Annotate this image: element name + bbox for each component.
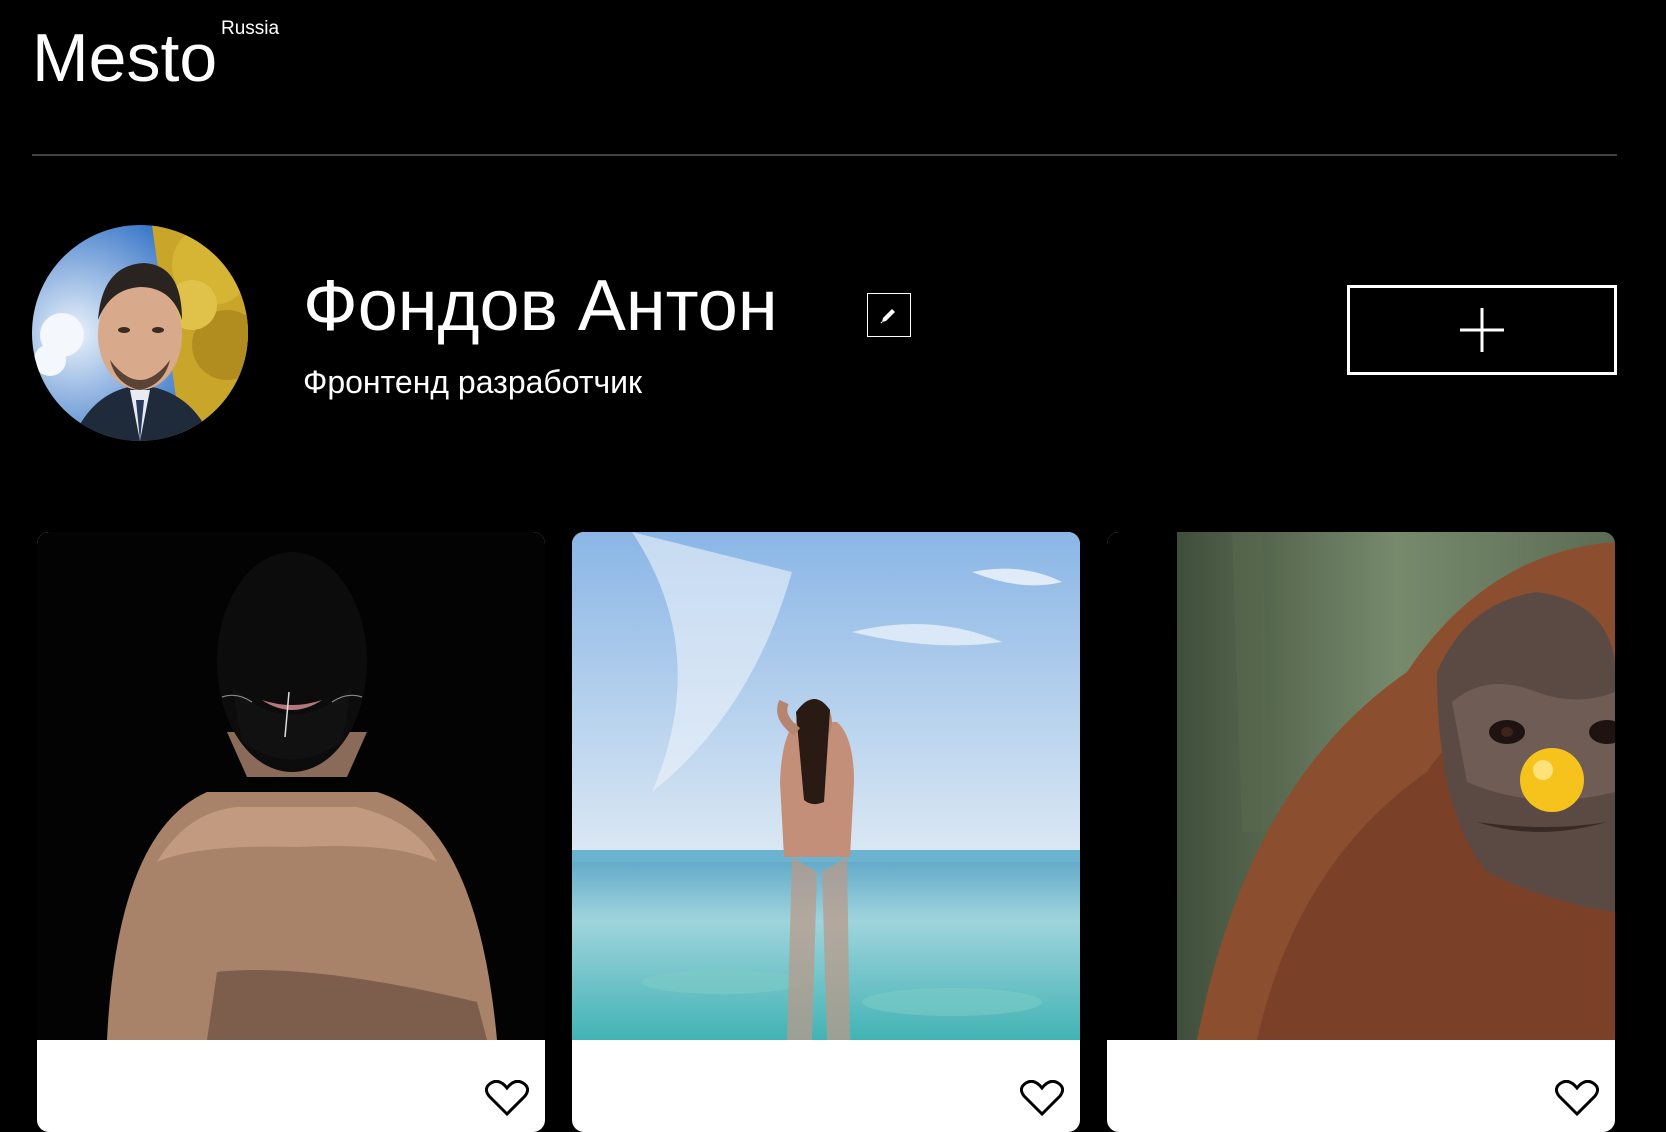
- heart-icon: [1554, 1079, 1600, 1117]
- card: [572, 532, 1080, 1132]
- logo-superscript: Russia: [221, 18, 280, 39]
- header: Mesto Russia: [32, 0, 1617, 156]
- avatar-image: [32, 225, 248, 441]
- card: [37, 532, 545, 1132]
- profile-name: Фондов Антон: [303, 266, 778, 346]
- card-image[interactable]: [37, 532, 545, 1040]
- like-button[interactable]: [484, 1079, 530, 1117]
- profile-about: Фронтенд разработчик: [303, 364, 643, 400]
- avatar[interactable]: [32, 225, 248, 441]
- card-image[interactable]: [572, 532, 1080, 1040]
- profile: Фондов Антон Фронтенд разработчик: [32, 225, 1617, 441]
- plus-icon: [1460, 308, 1504, 352]
- like-button[interactable]: [1554, 1079, 1600, 1117]
- woman-in-sea-image: [572, 532, 1080, 1040]
- orangutan-clown-nose-image: [1107, 532, 1615, 1040]
- card-image[interactable]: [1107, 532, 1615, 1040]
- heart-icon: [1019, 1079, 1065, 1117]
- masked-portrait-image: [37, 532, 545, 1040]
- edit-profile-button[interactable]: [867, 293, 911, 337]
- pencil-icon: [880, 309, 895, 324]
- card: [1107, 532, 1615, 1132]
- add-card-button[interactable]: [1347, 285, 1617, 375]
- heart-icon: [484, 1079, 530, 1117]
- logo[interactable]: Mesto: [32, 18, 217, 98]
- like-button[interactable]: [1019, 1079, 1065, 1117]
